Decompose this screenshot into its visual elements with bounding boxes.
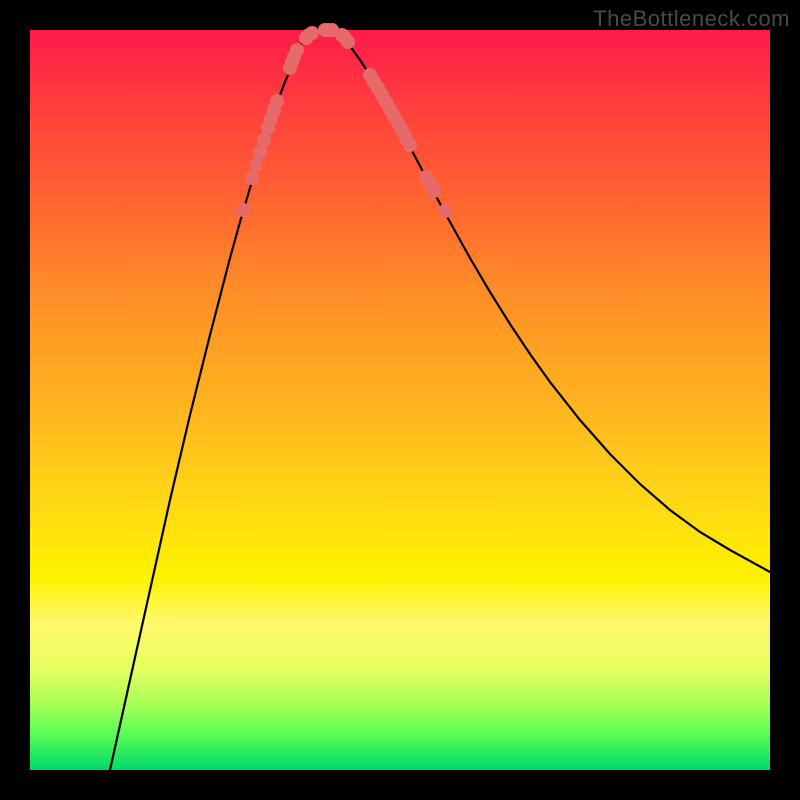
highlight-dot [245, 171, 259, 185]
chart-svg [30, 30, 770, 770]
highlight-dot [427, 184, 441, 198]
chart-plot-area [30, 30, 770, 770]
highlight-dot [236, 203, 250, 217]
highlight-dot [253, 145, 267, 159]
highlight-dot [257, 133, 271, 147]
highlight-dot [438, 204, 452, 218]
highlight-dot [341, 35, 355, 49]
highlight-dot [249, 158, 263, 172]
highlight-dot [305, 26, 319, 40]
highlight-dot [403, 138, 417, 152]
highlight-dot-group [236, 23, 452, 218]
highlight-dot [270, 94, 284, 108]
watermark-text: TheBottleneck.com [593, 6, 790, 32]
v-curve [110, 30, 770, 770]
highlight-dot [290, 43, 304, 57]
